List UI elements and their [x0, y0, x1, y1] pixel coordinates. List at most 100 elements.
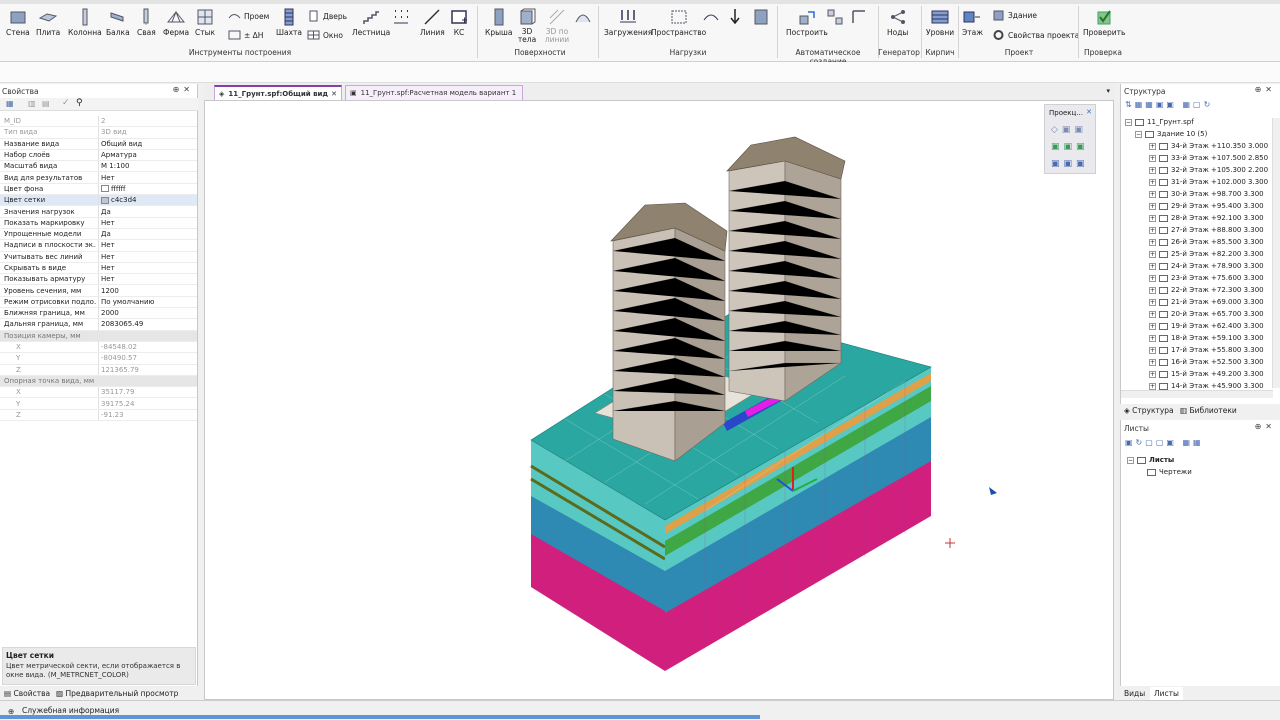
property-value[interactable]: Нет: [101, 174, 193, 182]
nodes-button[interactable]: Ноды: [887, 8, 908, 37]
property-row[interactable]: Дальняя граница, мм 2083065.49: [0, 319, 197, 331]
property-row[interactable]: Z 121365.79: [0, 364, 197, 376]
slab-button[interactable]: Плита: [36, 8, 60, 37]
tree-floor-item[interactable]: +21-й Этаж +69.000 3.300: [1125, 296, 1268, 308]
ks-button[interactable]: КС: [450, 8, 468, 37]
building-button[interactable]: Здание: [992, 9, 1037, 21]
tabs-dropdown-icon[interactable]: ▾: [1106, 87, 1110, 95]
service-info-label[interactable]: Служебная информация: [22, 706, 119, 715]
property-value[interactable]: -84548.02: [101, 343, 193, 351]
tree-floor-item[interactable]: +22-й Этаж +72.300 3.300: [1125, 284, 1268, 296]
tree-floor-item[interactable]: +23-й Этаж +75.600 3.300: [1125, 272, 1268, 284]
load-panel-button[interactable]: [752, 8, 770, 28]
3d-viewport[interactable]: [204, 100, 1114, 700]
property-value[interactable]: Общий вид: [101, 140, 193, 148]
apply-icon[interactable]: ✓: [62, 98, 70, 108]
build-button[interactable]: Построить: [786, 8, 828, 37]
property-value[interactable]: Нет: [101, 275, 193, 283]
property-row[interactable]: Цвет фона ffffff: [0, 183, 197, 196]
property-value[interactable]: -80490.57: [101, 354, 193, 362]
expand-icon[interactable]: +: [1149, 214, 1156, 222]
property-value[interactable]: По умолчанию: [101, 298, 193, 306]
expand-icon[interactable]: +: [1149, 322, 1156, 330]
categorized-icon[interactable]: ▦: [6, 99, 14, 108]
expand-icon[interactable]: +: [1149, 382, 1156, 390]
property-row[interactable]: Скрывать в виде Нет: [0, 262, 197, 275]
roof-button[interactable]: Крыша: [485, 8, 512, 37]
tree-floor-item[interactable]: +15-й Этаж +49.200 3.300: [1125, 368, 1268, 380]
auto-tools2-button[interactable]: [850, 8, 868, 28]
expand-icon[interactable]: +: [1149, 298, 1156, 306]
expand-icon[interactable]: +: [1149, 154, 1156, 162]
property-value[interactable]: Да: [101, 208, 193, 216]
tab-libraries[interactable]: ▥ Библиотеки: [1180, 406, 1237, 415]
property-row[interactable]: Цвет сетки c4c3d4: [0, 195, 197, 207]
property-row[interactable]: Показать маркировку Нет: [0, 217, 197, 229]
check-button[interactable]: Проверить: [1083, 8, 1125, 37]
property-section[interactable]: Позиция камеры, мм: [0, 330, 197, 342]
property-value[interactable]: 1200: [101, 287, 193, 295]
filter-icon[interactable]: ▤: [42, 99, 50, 108]
window-button[interactable]: Окно: [307, 29, 343, 41]
joint-button[interactable]: Стык: [195, 8, 215, 37]
property-value[interactable]: Да: [101, 230, 193, 238]
projection-top-icons[interactable]: ◇▣▣: [1051, 125, 1087, 135]
property-row[interactable]: M_ID 2: [0, 116, 197, 128]
tree-sheets-root[interactable]: − Листы: [1127, 454, 1192, 466]
tree-floor-item[interactable]: +26-й Этаж +85.500 3.300: [1125, 236, 1268, 248]
structure-toolbar-icons[interactable]: ⇅▦▦▣▣ ▦▢↻: [1125, 100, 1213, 109]
expand-icon[interactable]: +: [1149, 310, 1156, 318]
expand-icon[interactable]: +: [1149, 238, 1156, 246]
tab-sheets[interactable]: Листы: [1150, 687, 1183, 700]
search-icon[interactable]: ⚲: [76, 98, 83, 108]
pile-button[interactable]: Свая: [137, 8, 156, 37]
property-row[interactable]: Уровень сечения, мм 1200: [0, 285, 197, 297]
floor-button[interactable]: Этаж: [962, 8, 983, 37]
tab-properties[interactable]: ▤ Свойства: [4, 689, 50, 698]
property-row[interactable]: Учитывать вес линий Нет: [0, 251, 197, 263]
beam-button[interactable]: Балка: [106, 8, 130, 37]
expand-icon[interactable]: +: [1149, 358, 1156, 366]
tree-root[interactable]: −11_Грунт.spf: [1125, 116, 1268, 128]
tab-views[interactable]: Виды: [1124, 689, 1145, 698]
expand-icon[interactable]: +: [1149, 286, 1156, 294]
wall-button[interactable]: Стена: [6, 8, 30, 37]
tree-floor-item[interactable]: +32-й Этаж +105.300 2.200: [1125, 164, 1268, 176]
property-value[interactable]: Нет: [101, 241, 193, 249]
tree-floor-item[interactable]: +31-й Этаж +102.000 3.300: [1125, 176, 1268, 188]
close-icon[interactable]: ✕: [1086, 108, 1092, 116]
tree-floor-item[interactable]: +30-й Этаж +98.700 3.300: [1125, 188, 1268, 200]
property-row[interactable]: Значения нагрузок Да: [0, 206, 197, 218]
tree-floor-item[interactable]: +27-й Этаж +88.800 3.300: [1125, 224, 1268, 236]
surface-arc-button[interactable]: [574, 8, 592, 28]
property-value[interactable]: 35117.79: [101, 388, 193, 396]
property-row[interactable]: Показывать арматуру Нет: [0, 274, 197, 286]
property-value[interactable]: ffffff: [101, 185, 193, 193]
panel-pin-close-icons[interactable]: ⊕✕: [1255, 85, 1276, 94]
tree-floor-item[interactable]: +20-й Этаж +65.700 3.300: [1125, 308, 1268, 320]
property-row[interactable]: X 35117.79: [0, 387, 197, 399]
property-row[interactable]: Режим отрисовки подло... По умолчанию: [0, 296, 197, 309]
shaft-button[interactable]: Шахта: [276, 8, 302, 37]
tree-floor-item[interactable]: +34-й Этаж +110.350 3.000: [1125, 140, 1268, 152]
projection-mid-icons[interactable]: ▣▣▣: [1051, 142, 1089, 152]
property-value[interactable]: Нет: [101, 219, 193, 227]
property-value[interactable]: Нет: [101, 264, 193, 272]
delta-h-button[interactable]: ± ΔН: [228, 29, 263, 41]
loads-button[interactable]: Загружения: [604, 8, 652, 37]
tree-drawings[interactable]: Чертежи: [1127, 466, 1192, 478]
property-value[interactable]: М 1:100: [101, 162, 193, 170]
tree-floor-item[interactable]: +25-й Этаж +82.200 3.300: [1125, 248, 1268, 260]
property-value[interactable]: -91.23: [101, 411, 193, 419]
tree-floor-item[interactable]: +16-й Этаж +52.500 3.300: [1125, 356, 1268, 368]
property-row[interactable]: Y -80490.57: [0, 353, 197, 365]
project-properties-button[interactable]: Свойства проекта: [992, 29, 1079, 41]
property-value[interactable]: c4c3d4: [101, 196, 193, 204]
column-button[interactable]: Колонна: [68, 8, 102, 37]
tab-structure[interactable]: ◈ Структура: [1124, 406, 1174, 415]
property-section[interactable]: Опорная точка вида, мм: [0, 375, 197, 388]
property-value[interactable]: 2083065.49: [101, 320, 193, 328]
tree-floor-item[interactable]: +18-й Этаж +59.100 3.300: [1125, 332, 1268, 344]
expand-icon[interactable]: +: [1149, 346, 1156, 354]
auto-tools-button[interactable]: [826, 8, 844, 28]
